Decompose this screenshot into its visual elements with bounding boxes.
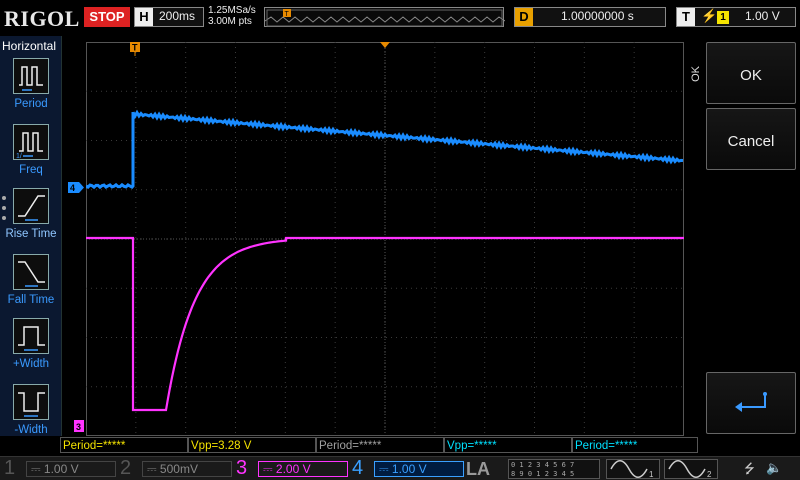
menu-item-period[interactable]: Period: [0, 56, 62, 120]
ok-button[interactable]: OK: [706, 42, 796, 104]
delay-letter: D: [515, 8, 533, 26]
cancel-button-label: Cancel: [727, 133, 775, 150]
menu-item-freq[interactable]: 1/ Freq: [0, 122, 62, 186]
ok-side-label: OK: [690, 66, 702, 82]
rise-time-icon: [13, 188, 49, 224]
sample-rate: 1.25MSa/s: [208, 5, 256, 16]
measurement-item[interactable]: Vpp=*****: [444, 437, 572, 453]
timebase-letter: H: [135, 8, 153, 26]
rising-edge-icon: ⚡: [701, 8, 718, 23]
timebase-value: 200ms: [159, 9, 196, 23]
measurement-item[interactable]: Period=*****: [60, 437, 188, 453]
softkey-panel: OK OK Cancel: [686, 36, 800, 436]
enter-icon: [735, 392, 767, 412]
svg-text:2: 2: [707, 470, 712, 478]
ch4-offset-marker[interactable]: 4: [68, 182, 84, 193]
channel-scale: ⎓ 1.00 V: [26, 461, 116, 477]
horizontal-center-marker: [380, 42, 390, 48]
generator-2-button[interactable]: 2: [664, 459, 718, 479]
channel-number: 1: [4, 457, 16, 479]
svg-text:1/: 1/: [16, 153, 22, 159]
measurement-bar: Period=***** Vpp=3.28 V Period=***** Vpp…: [60, 437, 700, 454]
waveform-display[interactable]: T: [86, 42, 684, 436]
trigger-delay-display[interactable]: D 1.00000000 s: [514, 7, 666, 27]
frequency-icon: 1/: [13, 124, 49, 160]
menu-item-fall-time[interactable]: Fall Time: [0, 252, 62, 316]
svg-text:T: T: [132, 43, 138, 53]
trigger-display[interactable]: T ⚡ 1 1.00 V: [676, 7, 796, 27]
usb-icon: ⭍: [744, 461, 755, 476]
ok-button-label: OK: [740, 67, 762, 84]
sine-wave-icon: 2: [668, 460, 712, 479]
timebase-display[interactable]: H 200ms: [134, 7, 204, 27]
memory-position-bar[interactable]: T: [264, 7, 506, 27]
menu-item-label: Freq: [19, 164, 43, 176]
fall-time-icon: [13, 254, 49, 290]
generator-1-button[interactable]: 1: [606, 459, 660, 479]
logic-channel-grid[interactable]: 0 1 2 3 4 5 6 7 8 9 0 1 2 3 4 5: [508, 459, 600, 479]
memory-trigger-marker: T: [283, 9, 291, 18]
status-bar: RIGOL STOP H 200ms 1.25MSa/s 3.00M pts T…: [0, 0, 800, 36]
menu-title: Horizontal: [2, 39, 57, 53]
period-icon: [13, 58, 49, 94]
channel-scale: ⎓ 2.00 V: [258, 461, 348, 477]
menu-item-positive-width[interactable]: +Width: [0, 316, 62, 380]
menu-item-label: +Width: [12, 358, 50, 370]
positive-width-icon: [13, 318, 49, 354]
trigger-level: 1.00 V: [745, 9, 780, 23]
trigger-source-badge: 1: [717, 11, 729, 24]
svg-text:4: 4: [70, 183, 75, 193]
measurement-item[interactable]: Vpp=3.28 V: [188, 437, 316, 453]
menu-item-label: Period: [14, 98, 48, 110]
brand-logo: RIGOL: [4, 6, 80, 31]
channel-number: 4: [352, 457, 364, 479]
sine-wave-icon: 1: [610, 460, 654, 479]
menu-item-rise-time[interactable]: Rise Time: [0, 186, 62, 250]
memory-waveform-overview: T: [264, 9, 506, 27]
graticule: [86, 42, 684, 436]
svg-text:1: 1: [649, 470, 654, 478]
delay-value: 1.00000000 s: [561, 9, 634, 23]
channel-number: 3: [236, 457, 248, 479]
channel-scale: ⎓ 1.00 V: [374, 461, 464, 477]
channel-number: 2: [120, 457, 132, 479]
svg-text:3: 3: [76, 422, 81, 432]
channel-bar: 1 ⎓ 1.00 V 2 ⎓ 500mV 3 ⎓ 2.00 V 4 ⎓ 1.00…: [0, 456, 800, 480]
menu-item-label: -Width: [14, 424, 48, 436]
svg-text:T: T: [285, 11, 290, 18]
trigger-letter: T: [677, 8, 695, 26]
run-stop-indicator[interactable]: STOP: [84, 7, 130, 27]
memory-depth: 3.00M pts: [208, 16, 252, 27]
cancel-button[interactable]: Cancel: [706, 108, 796, 170]
memory-window: [266, 9, 503, 27]
measurement-item[interactable]: Period=*****: [316, 437, 444, 453]
measure-menu: Horizontal Period 1/ Freq Rise Time Fall…: [0, 36, 62, 436]
menu-item-label: Rise Time: [5, 228, 57, 240]
ch3-offset-marker[interactable]: 3: [74, 420, 86, 434]
menu-item-label: Fall Time: [7, 294, 55, 306]
memory-overview-trace: [264, 16, 506, 23]
trigger-position-marker[interactable]: T: [130, 42, 142, 56]
measurement-item[interactable]: Period=*****: [572, 437, 698, 453]
enter-button[interactable]: [706, 372, 796, 434]
logic-analyzer-button[interactable]: LA: [466, 459, 502, 479]
acquisition-info: 1.25MSa/s 3.00M pts: [208, 5, 256, 27]
speaker-muted-icon[interactable]: 🔈: [766, 460, 782, 476]
channel-scale: ⎓ 500mV: [142, 461, 232, 477]
negative-width-icon: [13, 384, 49, 420]
menu-item-negative-width[interactable]: -Width: [0, 382, 62, 446]
